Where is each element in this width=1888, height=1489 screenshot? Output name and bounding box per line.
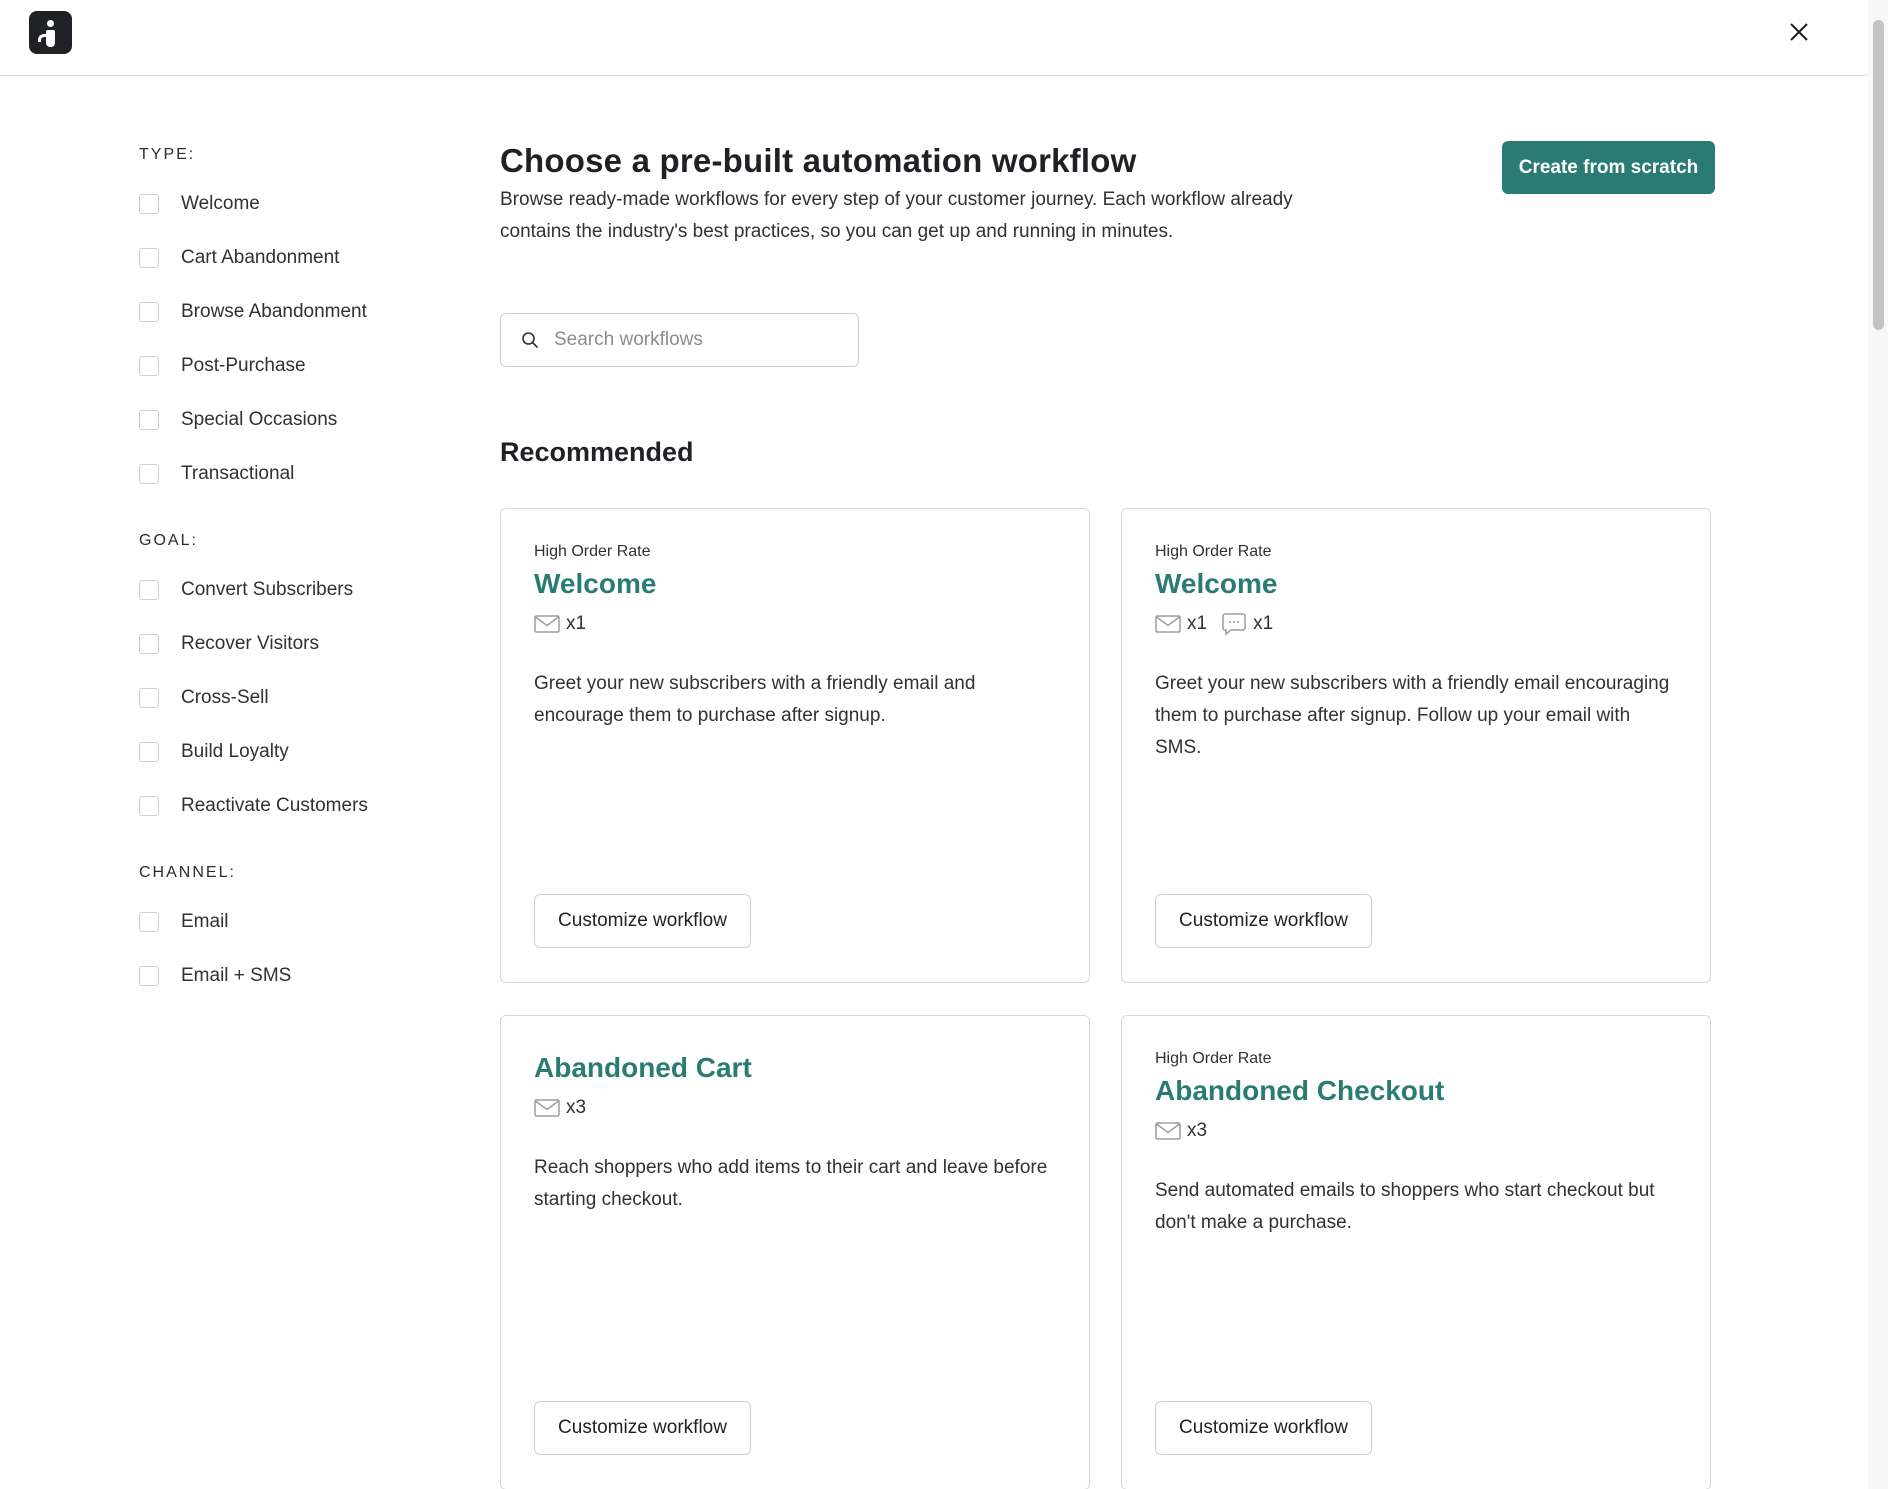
card-badge: High Order Rate <box>1155 543 1272 560</box>
sms-count: x1 <box>1221 612 1273 636</box>
checkbox[interactable] <box>139 194 159 214</box>
card-title: Abandoned Cart <box>534 1052 752 1083</box>
section-title-recommended: Recommended <box>500 437 694 467</box>
filter-option-cross-sell[interactable]: Cross-Sell <box>139 671 439 725</box>
checkbox[interactable] <box>139 966 159 986</box>
card-channel-counts: x3 <box>1155 1119 1680 1143</box>
filter-label: Email <box>181 911 229 932</box>
checkbox[interactable] <box>139 634 159 654</box>
filter-option-special-occasions[interactable]: Special Occasions <box>139 393 439 447</box>
card-title: Welcome <box>534 568 657 599</box>
app-logo[interactable] <box>29 11 72 54</box>
checkbox[interactable] <box>139 464 159 484</box>
email-count: x3 <box>1155 1120 1207 1142</box>
customize-workflow-button[interactable]: Customize workflow <box>1155 1401 1372 1455</box>
checkbox[interactable] <box>139 248 159 268</box>
filter-option-transactional[interactable]: Transactional <box>139 447 439 501</box>
filter-label: Cart Abandonment <box>181 247 340 268</box>
filter-label: Email + SMS <box>181 965 292 986</box>
checkbox[interactable] <box>139 302 159 322</box>
checkbox[interactable] <box>139 912 159 932</box>
checkbox[interactable] <box>139 410 159 430</box>
workflow-card: Abandoned Cart x3 Reach shoppers who add… <box>500 1015 1090 1489</box>
email-icon <box>1155 1122 1181 1140</box>
card-badge: High Order Rate <box>534 543 651 560</box>
filter-heading-goal: GOAL: <box>139 532 198 549</box>
customize-workflow-button[interactable]: Customize workflow <box>1155 894 1372 948</box>
filter-label: Post-Purchase <box>181 355 306 376</box>
customize-workflow-button[interactable]: Customize workflow <box>534 894 751 948</box>
filter-label: Reactivate Customers <box>181 795 368 816</box>
sms-icon <box>1222 613 1246 636</box>
filter-option-cart-abandonment[interactable]: Cart Abandonment <box>139 231 439 285</box>
filter-label: Cross-Sell <box>181 687 269 708</box>
checkbox[interactable] <box>139 742 159 762</box>
email-count-text: x3 <box>1187 1120 1208 1141</box>
filter-option-email[interactable]: Email <box>139 895 439 949</box>
filter-option-welcome[interactable]: Welcome <box>139 177 439 231</box>
filter-label: Convert Subscribers <box>181 579 354 600</box>
card-description: Greet your new subscribers with a friend… <box>534 673 976 726</box>
filter-option-recover-visitors[interactable]: Recover Visitors <box>139 617 439 671</box>
checkbox[interactable] <box>139 796 159 816</box>
top-bar <box>0 0 1868 76</box>
workflow-card: High Order Rate Welcome x1 Greet your ne… <box>500 508 1090 983</box>
email-count: x1 <box>1155 613 1207 635</box>
checkbox[interactable] <box>139 580 159 600</box>
filter-option-email-sms[interactable]: Email + SMS <box>139 949 439 1003</box>
filter-label: Special Occasions <box>181 409 338 430</box>
workflow-card: High Order Rate Abandoned Checkout x3 Se… <box>1121 1015 1711 1489</box>
card-title: Abandoned Checkout <box>1155 1075 1445 1106</box>
card-channel-counts: x3 <box>534 1096 1059 1120</box>
filter-label: Build Loyalty <box>181 741 289 762</box>
filter-option-build-loyalty[interactable]: Build Loyalty <box>139 725 439 779</box>
email-icon <box>534 1099 560 1117</box>
checkbox[interactable] <box>139 356 159 376</box>
card-channel-counts: x1 x1 <box>1155 612 1680 636</box>
card-description: Reach shoppers who add items to their ca… <box>534 1157 1048 1210</box>
filter-label: Browse Abandonment <box>181 301 367 322</box>
search-icon <box>522 332 538 348</box>
email-count-text: x1 <box>1187 613 1208 634</box>
sms-count-text: x1 <box>1253 613 1274 634</box>
workflow-card: High Order Rate Welcome x1 x1 Greet your… <box>1121 508 1711 983</box>
filter-sidebar: TYPE: Welcome Cart Abandonment Browse Ab… <box>139 145 439 1003</box>
email-count: x1 <box>534 613 586 635</box>
close-icon <box>1790 23 1808 41</box>
scrollbar-thumb[interactable] <box>1873 20 1884 330</box>
email-count: x3 <box>534 1097 586 1119</box>
filter-option-browse-abandonment[interactable]: Browse Abandonment <box>139 285 439 339</box>
page-title: Choose a pre-built automation workflow <box>500 142 1137 179</box>
search-input[interactable] <box>554 329 844 351</box>
close-button[interactable] <box>1783 16 1815 48</box>
filter-label: Recover Visitors <box>181 633 319 654</box>
card-channel-counts: x1 <box>534 612 1059 636</box>
customize-workflow-button[interactable]: Customize workflow <box>534 1401 751 1455</box>
create-from-scratch-button[interactable]: Create from scratch <box>1502 141 1715 194</box>
card-badge: High Order Rate <box>1155 1050 1272 1067</box>
page-description: Browse ready-made workflows for every st… <box>500 189 1293 242</box>
email-icon <box>534 615 560 633</box>
card-description: Greet your new subscribers with a friend… <box>1155 673 1670 758</box>
card-description: Send automated emails to shoppers who st… <box>1155 1180 1655 1233</box>
email-count-text: x3 <box>566 1097 587 1118</box>
filter-heading-type: TYPE: <box>139 146 196 163</box>
email-icon <box>1155 615 1181 633</box>
logo-stem <box>46 30 55 47</box>
card-title: Welcome <box>1155 568 1278 599</box>
filter-option-convert-subscribers[interactable]: Convert Subscribers <box>139 563 439 617</box>
filter-heading-channel: CHANNEL: <box>139 864 236 881</box>
filter-option-reactivate-customers[interactable]: Reactivate Customers <box>139 779 439 833</box>
email-count-text: x1 <box>566 613 587 634</box>
checkbox[interactable] <box>139 688 159 708</box>
filter-label: Transactional <box>181 463 295 484</box>
search-box[interactable] <box>500 313 859 367</box>
filter-label: Welcome <box>181 193 260 214</box>
logo-dot <box>47 20 54 27</box>
filter-option-post-purchase[interactable]: Post-Purchase <box>139 339 439 393</box>
